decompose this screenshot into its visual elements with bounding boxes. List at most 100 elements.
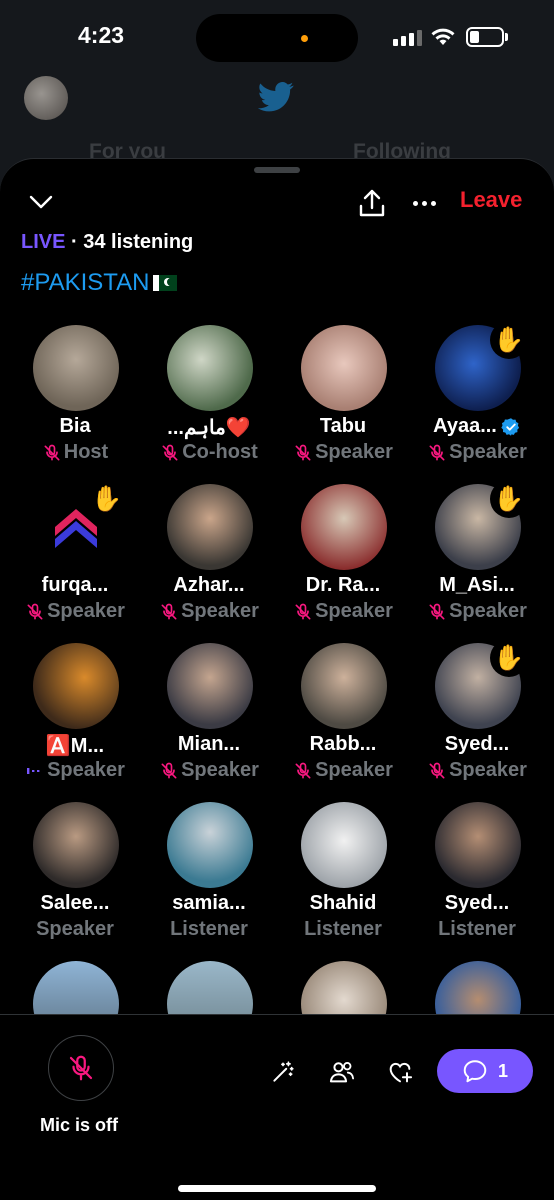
participant-avatar[interactable]	[301, 643, 387, 729]
participant-name: Mian...	[177, 733, 241, 755]
dynamic-island	[196, 14, 358, 62]
leave-button[interactable]: Leave	[460, 187, 522, 213]
participant[interactable]: 🅰️M... Speaker	[8, 643, 142, 793]
participant-avatar[interactable]	[435, 802, 521, 888]
pakistan-flag-icon	[153, 275, 178, 291]
participant-name: samia...	[172, 892, 246, 914]
participant[interactable]: Syed... Listener	[410, 802, 544, 952]
participant-name: Rabb...	[309, 733, 377, 755]
participant[interactable]: Mian... Speaker	[142, 643, 276, 793]
participant[interactable]: ✋ furqa... Speaker	[8, 480, 142, 634]
mic-toggle-button[interactable]	[48, 1035, 114, 1101]
raised-hand-icon: ✋	[490, 480, 528, 518]
participant-role: Speaker	[410, 441, 544, 464]
participant-avatar[interactable]	[301, 325, 387, 411]
participant-name: Tabu	[319, 415, 367, 437]
raised-hand-icon: ✋	[490, 321, 528, 359]
participant-avatar[interactable]	[301, 802, 387, 888]
home-indicator	[178, 1185, 376, 1192]
space-title[interactable]: #PAKISTAN	[21, 269, 178, 297]
comment-icon	[463, 1060, 487, 1083]
participant[interactable]: ...ماہم❤️ Co-host	[142, 325, 276, 475]
mic-muted-icon	[429, 444, 445, 460]
share-button[interactable]	[356, 187, 388, 219]
more-icon	[412, 200, 418, 206]
mic-muted-icon	[161, 762, 177, 778]
participant[interactable]: Shahid Listener	[276, 802, 410, 952]
participant-name: Dr. Ra...	[305, 574, 381, 596]
participant-name: Bia	[59, 415, 91, 437]
participant-avatar[interactable]	[167, 643, 253, 729]
participant-role: Listener	[438, 918, 516, 940]
sound-wave-icon	[27, 767, 40, 774]
verified-badge-icon	[501, 417, 519, 436]
participant[interactable]: ✋ M_Asi... Speaker	[410, 480, 544, 634]
participant-role: Host	[8, 441, 142, 464]
participant-role: Speaker	[410, 600, 544, 623]
battery-icon	[466, 27, 504, 47]
mic-muted-icon	[295, 444, 311, 460]
participant[interactable]: Azhar... Speaker	[142, 484, 276, 634]
heart-plus-icon	[389, 1062, 413, 1083]
mic-muted-icon	[429, 762, 445, 778]
participant-avatar[interactable]	[33, 643, 119, 729]
comment-count: 1	[497, 1060, 508, 1081]
mic-muted-icon	[295, 762, 311, 778]
sheet-grabber[interactable]	[254, 167, 300, 173]
mic-muted-icon	[162, 444, 178, 460]
participant-name: Salee...	[40, 892, 110, 914]
participant-role: Speaker	[410, 759, 544, 782]
participant-role: Speaker	[276, 600, 410, 623]
participant-avatar[interactable]	[33, 802, 119, 888]
live-status: LIVE · 34 listening	[21, 231, 193, 254]
participant[interactable]: Tabu Speaker	[276, 325, 410, 475]
comments-button[interactable]: 1	[437, 1049, 533, 1093]
participant-role: Speaker	[8, 600, 142, 623]
status-bar: 4:23	[0, 0, 554, 70]
magic-wand-icon	[273, 1061, 294, 1082]
participant-name: Syed...	[444, 892, 510, 914]
bottom-bar: Mic is off 1	[0, 1014, 554, 1200]
mic-muted-icon	[429, 603, 445, 619]
participant[interactable]: ✋ Syed... Speaker	[410, 639, 544, 793]
participant-name: ...ماہم❤️	[167, 417, 251, 439]
participant[interactable]: Bia Host	[8, 325, 142, 475]
mic-muted-icon	[27, 603, 43, 619]
participant-role: Speaker	[142, 759, 276, 782]
participant-role: Co-host	[142, 441, 276, 464]
wifi-icon	[431, 28, 455, 45]
participant[interactable]: samia... Listener	[142, 802, 276, 952]
participant-name: Ayaa...	[410, 415, 544, 438]
clock: 4:23	[78, 22, 125, 48]
participant[interactable]: Rabb... Speaker	[276, 643, 410, 793]
participant-name: Shahid	[309, 892, 377, 914]
profile-avatar[interactable]	[24, 76, 68, 120]
listener-count: · 34 listening	[71, 231, 194, 253]
participant-role: Speaker	[142, 600, 276, 623]
more-button[interactable]	[408, 189, 440, 217]
participant-avatar[interactable]	[167, 484, 253, 570]
participant-role: Speaker	[36, 918, 114, 940]
react-button[interactable]	[385, 1057, 415, 1087]
people-button[interactable]	[327, 1057, 357, 1087]
participant-avatar[interactable]	[167, 325, 253, 411]
participant[interactable]: ✋ Ayaa... Speaker	[410, 321, 544, 475]
participant-avatar[interactable]	[301, 484, 387, 570]
effects-button[interactable]	[268, 1057, 298, 1087]
participant-avatar[interactable]	[167, 802, 253, 888]
participant-name: Syed...	[444, 733, 510, 755]
twitter-bird-icon	[258, 82, 294, 112]
participant-avatar[interactable]	[33, 325, 119, 411]
mic-muted-icon	[295, 603, 311, 619]
participant[interactable]: Salee... Speaker	[8, 802, 142, 952]
mic-muted-icon	[69, 1055, 93, 1081]
participant-name: M_Asi...	[439, 574, 515, 596]
raised-hand-icon: ✋	[490, 639, 528, 677]
mic-muted-icon	[161, 603, 177, 619]
participant[interactable]: Dr. Ra... Speaker	[276, 484, 410, 634]
participant-name: 🅰️M...	[45, 735, 105, 757]
participant-name: furqa...	[41, 574, 109, 596]
participant-role: Listener	[304, 918, 382, 940]
share-icon	[359, 189, 385, 217]
collapse-button[interactable]	[26, 187, 56, 217]
